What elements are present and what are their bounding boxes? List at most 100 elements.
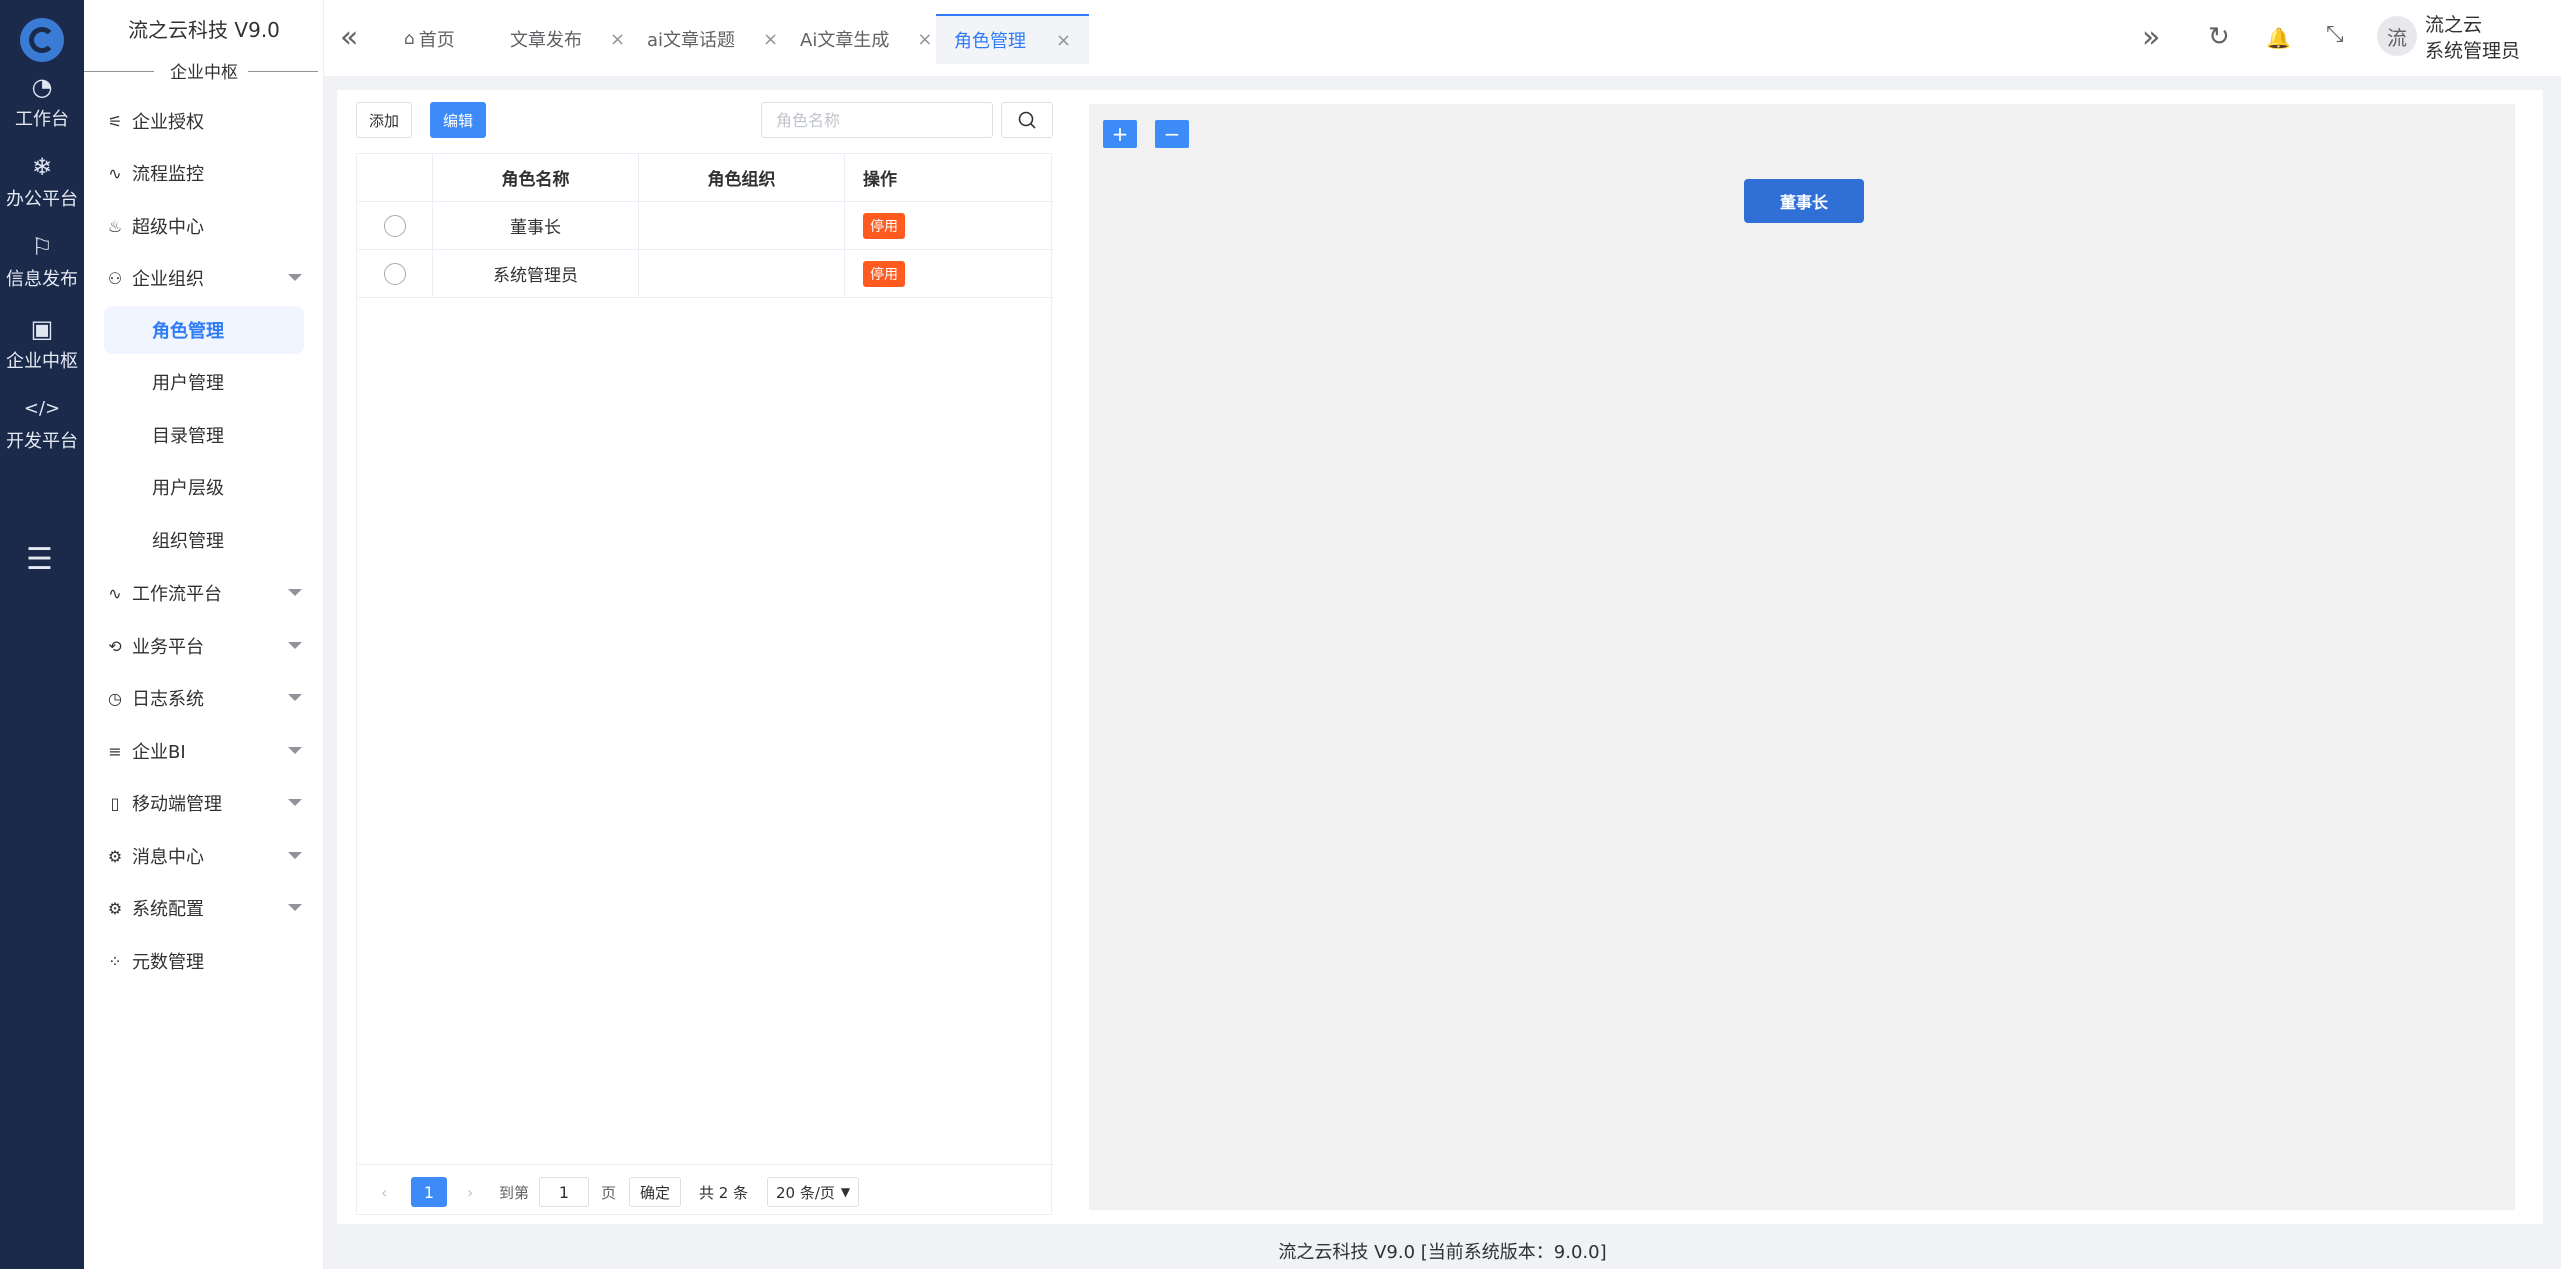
close-icon[interactable]: ×	[1056, 30, 1071, 51]
edit-button[interactable]: 编辑	[430, 102, 486, 138]
sidebar-item-workflow[interactable]: ∿ 工作流平台	[104, 571, 314, 615]
table-header-org: 角色组织	[639, 154, 845, 202]
bell-icon[interactable]: 🔔	[2266, 26, 2291, 50]
pulse-icon: ∿	[108, 583, 122, 603]
chevron-down-icon	[288, 747, 302, 754]
pagination: ‹ 1 › 到第 1 页 确定 共 2 条 20 条/页 ▼	[357, 1164, 1053, 1216]
chevron-down-icon	[288, 852, 302, 859]
sidebar-item-label: 移动端管理	[132, 794, 222, 815]
search-button[interactable]	[1001, 102, 1053, 138]
sidebar-item-sys-config[interactable]: ⚙ 系统配置	[104, 886, 314, 930]
org-chart-canvas[interactable]: + − 董事长	[1089, 104, 2515, 1210]
prev-page-icon[interactable]: ‹	[381, 1177, 387, 1207]
scroll-tabs-right-icon[interactable]: »	[2142, 20, 2160, 55]
sidebar-subitem-dir-mgmt[interactable]: 目录管理	[104, 411, 304, 459]
sidebar-item-label: 流程监控	[132, 164, 204, 185]
table-cell-org	[639, 202, 845, 250]
avatar[interactable]: 流	[2377, 16, 2417, 56]
page-number-current[interactable]: 1	[411, 1177, 447, 1207]
sidebar-item-process-monitor[interactable]: ∿ 流程监控	[104, 151, 314, 195]
search-icon	[1018, 111, 1036, 129]
role-search-input[interactable]	[761, 102, 993, 138]
tab-home[interactable]: ⌂ 首页	[404, 14, 455, 64]
sidebar-item-mobile[interactable]: ▯ 移动端管理	[104, 781, 314, 825]
org-node-root[interactable]: 董事长	[1744, 179, 1864, 223]
apps-icon: ▣	[30, 315, 54, 343]
page-size-value: 20 条/页	[776, 1183, 835, 1202]
goto-confirm-button[interactable]: 确定	[629, 1177, 682, 1207]
menu-fold-icon[interactable]: ☰	[26, 542, 53, 577]
table-cell-action: 停用	[845, 202, 1053, 250]
fullscreen-icon[interactable]: ⤡	[2326, 22, 2344, 47]
table-row-radio[interactable]	[357, 250, 433, 298]
flag-icon: ⚐	[31, 233, 53, 261]
disable-button[interactable]: 停用	[863, 260, 905, 287]
rail-item-label: 办公平台	[6, 189, 78, 210]
disable-button[interactable]: 停用	[863, 212, 905, 239]
loading-dots-icon: ⁘	[108, 951, 122, 971]
sidebar: 流之云科技 V9.0 企业中枢 ⚟ 企业授权 ∿ 流程监控 ♨ 超级中心 ⚇ 企…	[84, 0, 324, 1269]
table-cell-name: 董事长	[433, 202, 639, 250]
close-icon[interactable]: ×	[763, 29, 778, 50]
sidebar-item-enterprise-auth[interactable]: ⚟ 企业授权	[104, 99, 314, 143]
page-size-select[interactable]: 20 条/页 ▼	[767, 1177, 860, 1207]
next-page-icon[interactable]: ›	[467, 1177, 473, 1207]
rail-item-office[interactable]: ❄ 办公平台	[0, 142, 84, 222]
app-logo-icon[interactable]	[20, 18, 64, 62]
sidebar-item-label: 业务平台	[132, 637, 204, 658]
sidebar-item-super-center[interactable]: ♨ 超级中心	[104, 204, 314, 248]
app-rail: ◔ 工作台 ❄ 办公平台 ⚐ 信息发布 ▣ 企业中枢 </> 开发平台 ☰	[0, 0, 84, 1269]
tab-role-mgmt[interactable]: 角色管理 ×	[936, 14, 1090, 64]
sidebar-item-label: 企业授权	[132, 112, 204, 133]
sliders-icon: ⚟	[107, 111, 123, 131]
user-role: 系统管理员	[2425, 40, 2521, 62]
user-name: 流之云	[2425, 14, 2483, 36]
rail-item-dev[interactable]: </> 开发平台	[0, 384, 84, 464]
collapse-tabs-icon[interactable]: «	[340, 20, 358, 55]
pulse-icon: ∿	[108, 163, 122, 183]
rail-item-publish[interactable]: ⚐ 信息发布	[0, 222, 84, 302]
sidebar-item-messages[interactable]: ⚙ 消息中心	[104, 834, 314, 878]
tab-label: 文章发布	[510, 30, 582, 51]
goto-page-input[interactable]: 1	[539, 1177, 589, 1207]
sidebar-item-label: 系统配置	[132, 899, 204, 920]
tab-article-publish[interactable]: 文章发布 ×	[510, 14, 625, 64]
user-info[interactable]: 流之云 系统管理员	[2425, 12, 2520, 64]
user-icon: ⚇	[107, 268, 123, 288]
sidebar-subitem-role-mgmt[interactable]: 角色管理	[104, 306, 304, 354]
tab-ai-generate[interactable]: Ai文章生成 ×	[800, 14, 932, 64]
sidebar-item-business[interactable]: ⟲ 业务平台	[104, 624, 314, 668]
rail-item-label: 工作台	[15, 109, 69, 130]
sidebar-item-label: 企业BI	[132, 742, 186, 763]
snowflake-icon: ❄	[31, 153, 53, 181]
zoom-out-button[interactable]: −	[1155, 120, 1189, 148]
table-cell-action: 停用	[845, 250, 1053, 298]
zoom-in-button[interactable]: +	[1103, 120, 1137, 148]
main-content: 添加 编辑 角色名称 角色组织 操作 董事长 停用 系统管理员 停用 ‹ 1 ›…	[337, 90, 2543, 1224]
flame-icon: ♨	[107, 216, 123, 236]
sidebar-subitem-org-mgmt[interactable]: 组织管理	[104, 516, 304, 564]
sidebar-item-logs[interactable]: ◷ 日志系统	[104, 676, 314, 720]
refresh-icon[interactable]: ↻	[2208, 22, 2230, 52]
sidebar-item-metadata[interactable]: ⁘ 元数管理	[104, 939, 314, 983]
sidebar-subitem-user-level[interactable]: 用户层级	[104, 463, 304, 511]
rail-item-hub[interactable]: ▣ 企业中枢	[0, 304, 84, 384]
home-icon: ⌂	[404, 29, 415, 49]
sidebar-item-enterprise-org[interactable]: ⚇ 企业组织	[104, 256, 314, 300]
chevron-down-icon	[288, 274, 302, 281]
chevron-down-icon	[288, 642, 302, 649]
add-button[interactable]: 添加	[356, 102, 412, 138]
chevron-down-icon	[288, 694, 302, 701]
radio-button[interactable]	[383, 262, 406, 285]
table-row-radio[interactable]	[357, 202, 433, 250]
close-icon[interactable]: ×	[917, 29, 932, 50]
sidebar-item-bi[interactable]: ≡ 企业BI	[104, 729, 314, 773]
rail-item-workbench[interactable]: ◔ 工作台	[0, 62, 84, 142]
table-cell-org	[639, 250, 845, 298]
sidebar-section-title: 企业中枢	[84, 58, 324, 83]
radio-button[interactable]	[383, 214, 406, 237]
close-icon[interactable]: ×	[610, 29, 625, 50]
sidebar-subitem-user-mgmt[interactable]: 用户管理	[104, 358, 304, 406]
tab-ai-topic[interactable]: ai文章话题 ×	[647, 14, 778, 64]
sidebar-item-label: 元数管理	[132, 952, 204, 973]
